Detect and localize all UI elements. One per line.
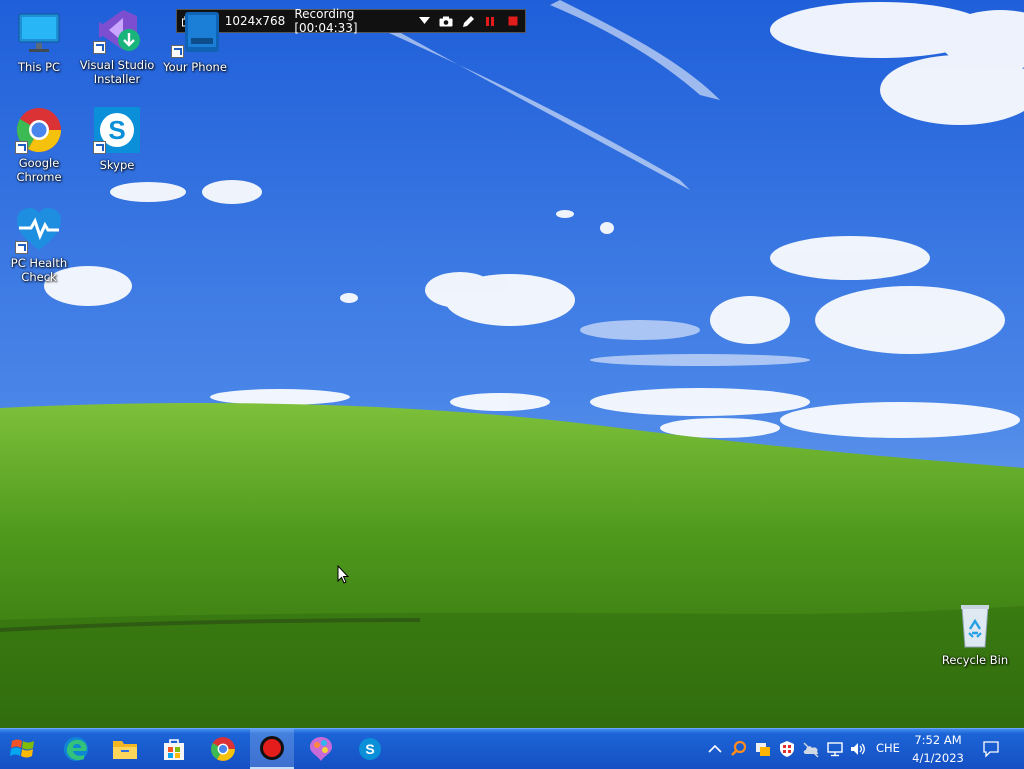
desktop-icon-pc-health-check[interactable]: PC Health Check (1, 206, 77, 284)
heart-pulse-icon (15, 206, 63, 254)
input-language-indicator[interactable]: CHE (876, 741, 900, 755)
desktop-icon-google-chrome[interactable]: Google Chrome (1, 106, 77, 184)
file-explorer-icon (113, 741, 137, 759)
taskbar-file-explorer[interactable] (103, 729, 147, 769)
desktop-icon-skype[interactable]: S Skype (79, 106, 155, 172)
desktop-icon-recycle-bin[interactable]: Recycle Bin (937, 603, 1013, 667)
desktop-icon-this-pc[interactable]: This PC (1, 10, 77, 74)
desktop-icon-label: Recycle Bin (941, 653, 1009, 667)
dropdown-icon[interactable] (414, 10, 436, 32)
action-center-notification-icon[interactable] (982, 740, 1000, 758)
taskbar: S CHE 7:52 AM 4/1/2023 (0, 728, 1024, 769)
taskbar-clock[interactable]: 7:52 AM 4/1/2023 (906, 731, 970, 767)
desktop-icon-label: This PC (17, 60, 61, 74)
skype-icon: S (93, 106, 141, 154)
chrome-icon (15, 106, 63, 154)
skype-icon: S (359, 738, 381, 760)
desktop-icon-label: Visual Studio Installer (79, 58, 155, 86)
show-hidden-icons-chevron-icon[interactable] (706, 740, 724, 758)
shortcut-arrow-icon (93, 41, 106, 54)
taskbar-paint[interactable] (299, 729, 343, 769)
clock-date: 4/1/2023 (912, 751, 964, 765)
search-tool-icon[interactable] (730, 740, 748, 758)
recorder-icon (260, 736, 284, 760)
recording-status: Recording [00:04:33] (294, 7, 358, 35)
pencil-icon[interactable] (457, 10, 479, 32)
svg-text:S: S (108, 115, 125, 145)
defender-icon[interactable] (754, 740, 772, 758)
security-shield-icon[interactable] (778, 740, 796, 758)
shortcut-arrow-icon (93, 141, 106, 154)
volume-icon[interactable] (849, 740, 867, 758)
network-icon[interactable] (826, 740, 844, 758)
camera-icon[interactable] (436, 10, 458, 32)
desktop-icon-your-phone[interactable]: Your Phone (157, 10, 233, 74)
desktop-icon-label: Google Chrome (16, 156, 62, 184)
taskbar-skype[interactable]: S (348, 729, 392, 769)
monitor-icon (15, 10, 63, 58)
onedrive-cloud-icon[interactable] (802, 740, 820, 758)
stop-icon[interactable] (501, 10, 525, 32)
paint-icon (310, 737, 332, 761)
recycle-bin-icon (951, 603, 999, 651)
edge-icon (64, 737, 88, 761)
start-button[interactable] (0, 729, 46, 769)
desktop-icon-label: PC Health Check (10, 256, 68, 284)
taskbar-chrome[interactable] (201, 729, 245, 769)
taskbar-screen-recorder[interactable] (250, 729, 294, 769)
shortcut-arrow-icon (15, 141, 28, 154)
shortcut-arrow-icon (171, 45, 184, 58)
chrome-icon (211, 737, 235, 761)
pause-icon[interactable] (479, 10, 501, 32)
start-icon (10, 739, 34, 758)
desktop-icon-label: Your Phone (163, 60, 227, 74)
clock-time: 7:52 AM (914, 733, 962, 747)
shortcut-arrow-icon (15, 241, 28, 254)
desktop-icon-label: Skype (99, 158, 135, 172)
desktop-icon-visual-studio-installer[interactable]: Visual Studio Installer (79, 6, 155, 86)
store-icon (164, 739, 184, 760)
phone-icon (171, 10, 219, 58)
mouse-cursor-icon (337, 565, 349, 584)
visual-studio-icon (93, 6, 141, 54)
svg-text:S: S (365, 741, 374, 757)
taskbar-microsoft-store[interactable] (152, 729, 196, 769)
taskbar-edge[interactable] (54, 729, 98, 769)
